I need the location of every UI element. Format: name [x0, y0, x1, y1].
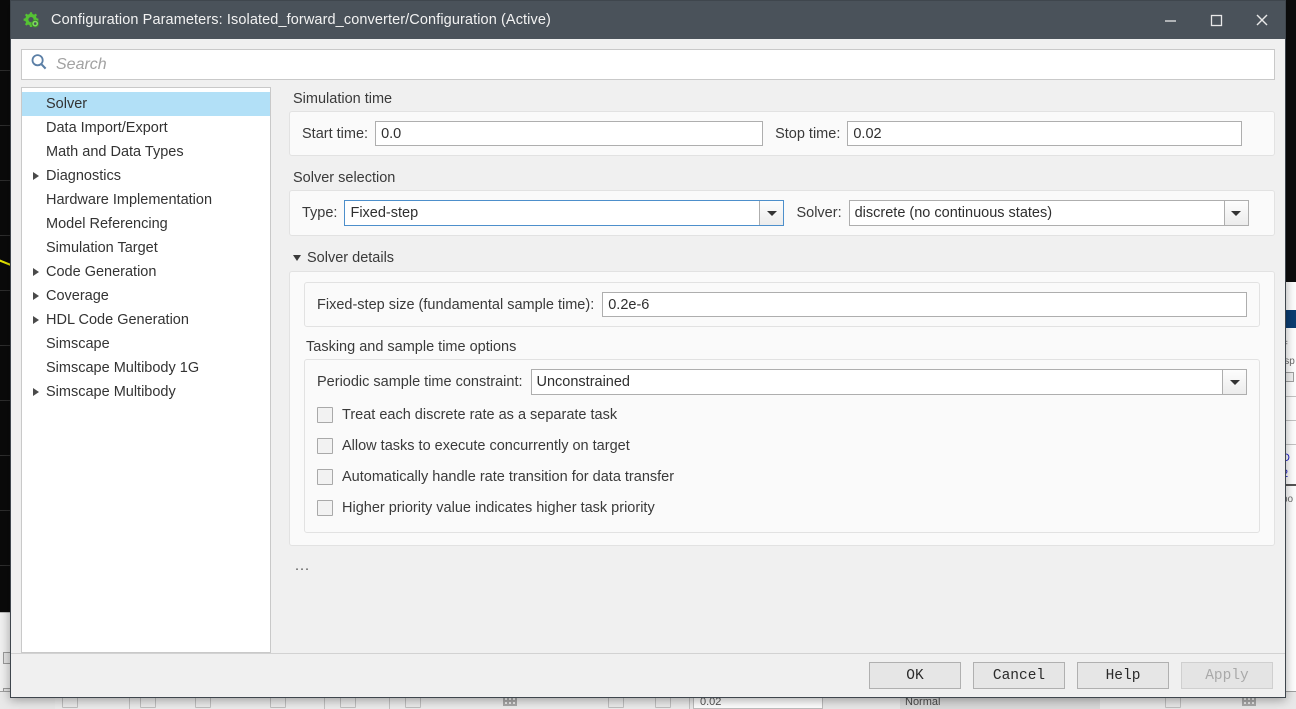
- chevron-down-icon[interactable]: [759, 201, 784, 225]
- sidebar-item-diagnostics[interactable]: Diagnostics: [22, 164, 270, 188]
- checkbox-allow-tasks-concurrent[interactable]: [317, 437, 333, 454]
- title-bar: Configuration Parameters: Isolated_forwa…: [11, 1, 1285, 39]
- checkbox-row[interactable]: Allow tasks to execute concurrently on t…: [317, 430, 1247, 461]
- chevron-down-icon[interactable]: [1222, 370, 1246, 394]
- fixed-step-row: Fixed-step size (fundamental sample time…: [317, 292, 1247, 317]
- start-time-input[interactable]: [375, 121, 764, 146]
- sidebar-item-coverage[interactable]: Coverage: [22, 284, 270, 308]
- checkbox-row[interactable]: Higher priority value indicates higher t…: [317, 492, 1247, 523]
- configuration-parameters-dialog: Configuration Parameters: Isolated_forwa…: [10, 0, 1286, 698]
- solver-selection-group: Type: Fixed-step Solver: discrete (no co…: [289, 190, 1275, 236]
- checkbox-treat-each-discrete-rate[interactable]: [317, 406, 333, 423]
- tasking-options-group: Periodic sample time constraint: Unconst…: [304, 359, 1260, 533]
- sidebar-item-label: Data Import/Export: [46, 120, 168, 136]
- sidebar-item-label: Diagnostics: [46, 168, 121, 184]
- solver-type-label: Type:: [302, 205, 338, 221]
- solver-details-panel: Fixed-step size (fundamental sample time…: [289, 271, 1275, 546]
- simulation-time-group: Start time: Stop time:: [289, 111, 1275, 156]
- sidebar-item-code-generation[interactable]: Code Generation: [22, 260, 270, 284]
- search-box[interactable]: [21, 49, 1275, 80]
- sidebar-item-data-import-export[interactable]: Data Import/Export: [22, 116, 270, 140]
- sidebar-item-solver[interactable]: Solver: [22, 92, 270, 116]
- sidebar-item-model-referencing[interactable]: Model Referencing: [22, 212, 270, 236]
- checkbox-label: Allow tasks to execute concurrently on t…: [342, 437, 630, 454]
- stop-time-input[interactable]: [847, 121, 1243, 146]
- close-icon[interactable]: [1239, 1, 1285, 39]
- solver-type-dropdown[interactable]: Fixed-step: [344, 200, 785, 226]
- sidebar-item-label: Hardware Implementation: [46, 192, 213, 208]
- sidebar-item-simscape-multibody[interactable]: Simscape Multibody: [22, 380, 270, 404]
- solver-label: Solver:: [796, 205, 842, 221]
- settings-tree[interactable]: Solver Data Import/Export Math and Data …: [21, 87, 271, 653]
- periodic-sample-time-row: Periodic sample time constraint: Unconst…: [317, 369, 1247, 395]
- sidebar-item-label: Code Generation: [46, 264, 157, 280]
- ok-button[interactable]: OK: [869, 662, 961, 689]
- sidebar-item-simscape[interactable]: Simscape: [22, 332, 270, 356]
- fixed-step-size-input[interactable]: [602, 292, 1247, 317]
- window-title: Configuration Parameters: Isolated_forwa…: [51, 12, 551, 28]
- chevron-right-icon[interactable]: [26, 388, 46, 396]
- fixed-step-group: Fixed-step size (fundamental sample time…: [304, 282, 1260, 327]
- simulation-time-section-label: Simulation time: [293, 91, 393, 107]
- simulink-gear-icon: [21, 10, 41, 30]
- checkbox-higher-priority-value[interactable]: [317, 499, 333, 516]
- minimize-icon[interactable]: [1147, 1, 1193, 39]
- stop-time-label: Stop time:: [775, 125, 841, 142]
- chevron-down-icon[interactable]: [1223, 201, 1248, 225]
- dialog-body: Solver Data Import/Export Math and Data …: [11, 39, 1285, 697]
- help-button[interactable]: Help: [1077, 662, 1169, 689]
- sidebar-item-label: Simscape Multibody: [46, 384, 176, 400]
- window-controls: [1147, 1, 1285, 39]
- solver-details-label: Solver details: [307, 250, 395, 266]
- checkbox-row[interactable]: Automatically handle rate transition for…: [317, 461, 1247, 492]
- chevron-right-icon[interactable]: [26, 316, 46, 324]
- chevron-down-icon: [293, 255, 301, 261]
- maximize-icon[interactable]: [1193, 1, 1239, 39]
- sidebar-item-label: HDL Code Generation: [46, 312, 189, 328]
- sidebar-item-label: Simscape: [46, 336, 110, 352]
- dialog-content: Solver Data Import/Export Math and Data …: [11, 87, 1285, 653]
- search-input[interactable]: [48, 50, 1266, 79]
- sidebar-item-label: Math and Data Types: [46, 144, 184, 160]
- periodic-sample-time-dropdown[interactable]: Unconstrained: [530, 369, 1247, 395]
- sidebar-item-hardware-implementation[interactable]: Hardware Implementation: [22, 188, 270, 212]
- sidebar-item-simulation-target[interactable]: Simulation Target: [22, 236, 270, 260]
- sidebar-item-label: Simscape Multibody 1G: [46, 360, 200, 376]
- solver-type-value: Fixed-step: [350, 205, 419, 221]
- periodic-sample-time-label: Periodic sample time constraint:: [317, 374, 523, 390]
- solver-value: discrete (no continuous states): [854, 205, 1053, 221]
- checkbox-label: Automatically handle rate transition for…: [342, 468, 675, 485]
- checkbox-label: Higher priority value indicates higher t…: [342, 499, 655, 516]
- solver-selection-row: Type: Fixed-step Solver: discrete (no co…: [302, 200, 1262, 226]
- search-bar-container: [11, 39, 1285, 87]
- sidebar-item-label: Simulation Target: [46, 240, 158, 256]
- solver-selection-section-label: Solver selection: [293, 170, 396, 186]
- sidebar-item-hdl-code-generation[interactable]: HDL Code Generation: [22, 308, 270, 332]
- periodic-sample-time-value: Unconstrained: [536, 374, 631, 390]
- checkbox-label: Treat each discrete rate as a separate t…: [342, 406, 618, 423]
- overflow-indicator: ...: [295, 558, 311, 574]
- cancel-button[interactable]: Cancel: [973, 662, 1065, 689]
- settings-pane: Simulation time Start time: Stop time: S…: [289, 87, 1275, 653]
- checkbox-auto-rate-transition[interactable]: [317, 468, 333, 485]
- start-time-label: Start time:: [302, 125, 369, 142]
- solver-details-toggle[interactable]: Solver details: [293, 250, 1275, 266]
- chevron-right-icon[interactable]: [26, 292, 46, 300]
- search-icon: [30, 53, 48, 76]
- tasking-options-label: Tasking and sample time options: [306, 339, 517, 355]
- fixed-step-size-label: Fixed-step size (fundamental sample time…: [317, 296, 595, 313]
- chevron-right-icon[interactable]: [26, 172, 46, 180]
- solver-dropdown[interactable]: discrete (no continuous states): [848, 200, 1249, 226]
- checkbox-row[interactable]: Treat each discrete rate as a separate t…: [317, 399, 1247, 430]
- sidebar-item-label: Model Referencing: [46, 216, 168, 232]
- simulation-time-row: Start time: Stop time:: [302, 121, 1262, 146]
- chevron-right-icon[interactable]: [26, 268, 46, 276]
- apply-button: Apply: [1181, 662, 1273, 689]
- sidebar-item-simscape-multibody-1g[interactable]: Simscape Multibody 1G: [22, 356, 270, 380]
- sidebar-item-label: Coverage: [46, 288, 109, 304]
- sidebar-item-math-and-data-types[interactable]: Math and Data Types: [22, 140, 270, 164]
- sidebar-item-label: Solver: [46, 96, 88, 112]
- dialog-footer: OK Cancel Help Apply: [11, 653, 1285, 697]
